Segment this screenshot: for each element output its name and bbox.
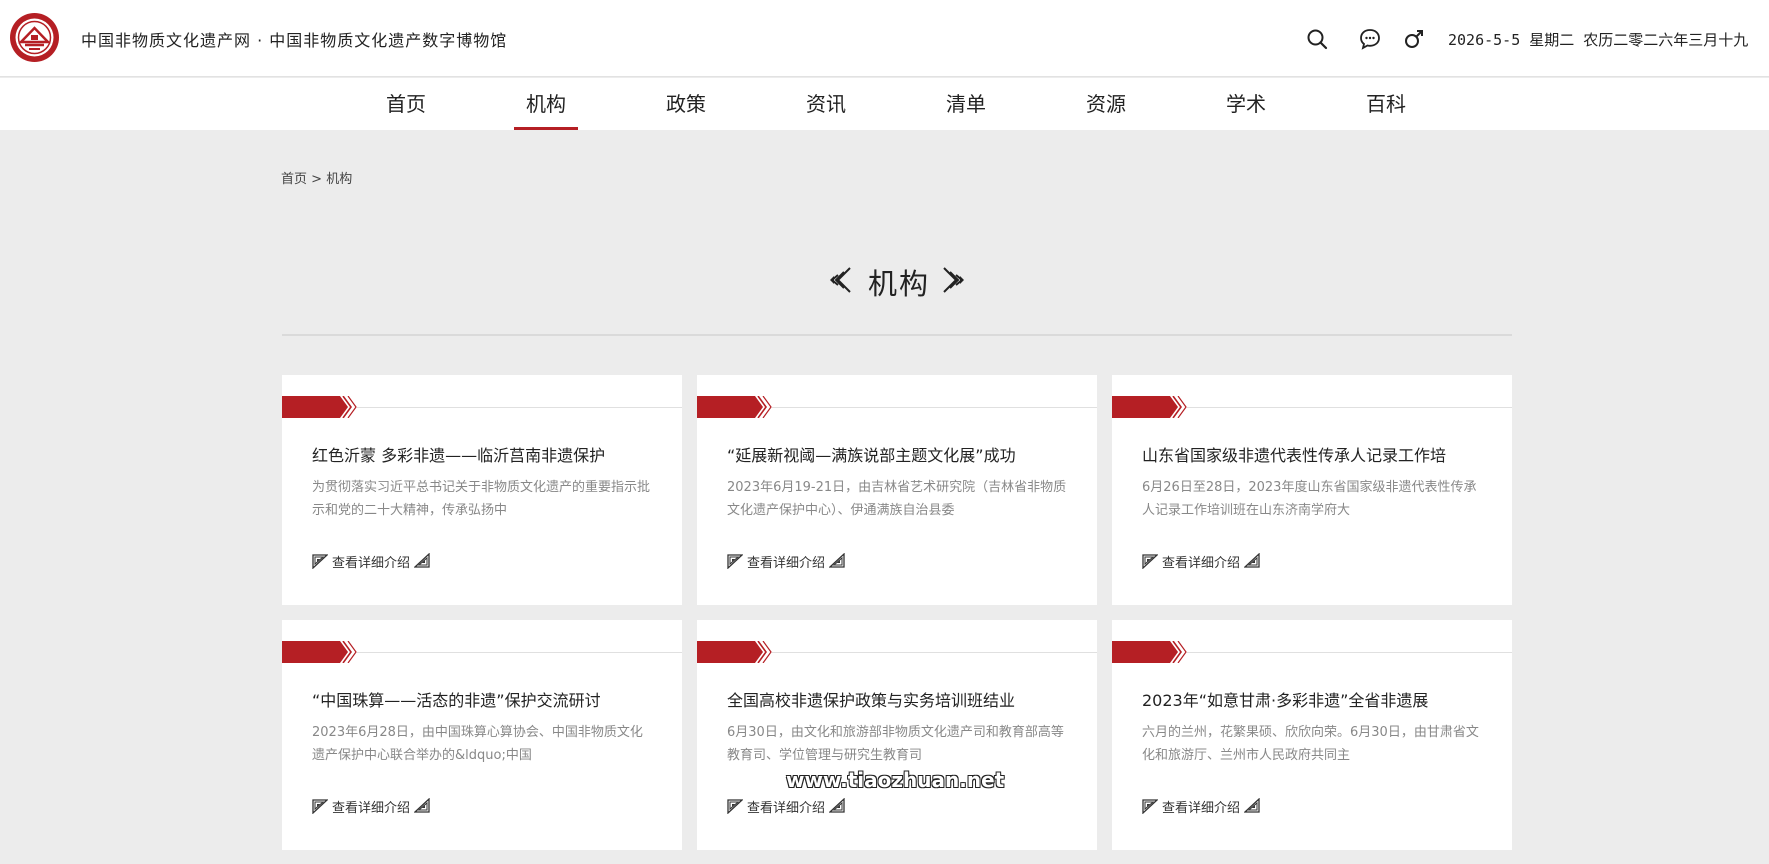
view-details-label[interactable]: 查看详细介绍 — [747, 797, 825, 816]
card-tag: 机构 — [296, 382, 323, 397]
corner-pattern-icon — [1244, 553, 1260, 568]
ornament-right-icon — [943, 267, 964, 293]
section-heading: 机构 — [826, 260, 966, 301]
card-description: 2023年6月19-21日，由吉林省艺术研究院（吉林省非物质文化遗产保护中心）、… — [727, 480, 1067, 518]
card-divider — [772, 652, 1097, 653]
card-description: 6月26日至28日，2023年度山东省国家级非遗代表性传承人记录工作培训班在山东… — [1142, 480, 1477, 518]
card-divider — [357, 652, 682, 653]
search-icon[interactable] — [1306, 28, 1328, 50]
card-divider — [772, 407, 1097, 408]
nav-item-list[interactable]: 清单 — [934, 88, 998, 130]
corner-pattern-icon — [829, 798, 845, 813]
date-display: 2026-5-5 星期二 农历二零二六年三月十九 — [1448, 31, 1749, 49]
tag-ribbon — [697, 396, 772, 418]
card-title[interactable]: 山东省国家级非遗代表性传承人记录工作培 — [1142, 442, 1446, 466]
corner-pattern-icon — [414, 553, 430, 568]
nav-item-home[interactable]: 首页 — [374, 88, 438, 130]
institution-card[interactable]: 机构 红色沂蒙 多彩非遗——临沂莒南非遗保护 为贯彻落实习近平总书记关于非物质文… — [282, 375, 682, 605]
card-tag: 机构 — [711, 627, 738, 642]
card-description: 为贯彻落实习近平总书记关于非物质文化遗产的重要指示批示和党的二十大精神，传承弘扬… — [312, 480, 651, 518]
view-details-link[interactable]: 查看详细介绍 — [727, 797, 845, 816]
corner-pattern-icon — [727, 799, 743, 814]
card-tag: 机构 — [711, 382, 738, 397]
corner-pattern-icon — [312, 799, 328, 814]
view-details-label[interactable]: 查看详细介绍 — [1162, 797, 1240, 816]
card-tag: 机构 — [296, 627, 323, 642]
card-divider — [1187, 407, 1512, 408]
chat-icon[interactable] — [1359, 28, 1381, 50]
nav-item-news[interactable]: 资讯 — [794, 88, 858, 130]
breadcrumb: 首页 > 机构 — [281, 168, 352, 187]
card-title[interactable]: 红色沂蒙 多彩非遗——临沂莒南非遗保护 — [312, 442, 605, 466]
tag-ribbon — [282, 641, 357, 663]
card-description: 2023年6月28日，由中国珠算心算协会、中国非物质文化遗产保护中心联合举办的&… — [312, 725, 643, 763]
view-details-link[interactable]: 查看详细介绍 — [312, 797, 430, 816]
card-tag: 机构 — [1126, 382, 1153, 397]
corner-pattern-icon — [1244, 798, 1260, 813]
top-header: 中国非物质文化遗产网 · 中国非物质文化遗产数字博物馆 2026-5-5 星期二… — [0, 0, 1769, 77]
corner-pattern-icon — [1142, 799, 1158, 814]
tag-ribbon — [1112, 396, 1187, 418]
nav-item-academic[interactable]: 学术 — [1214, 88, 1278, 130]
institution-card[interactable]: 机构 山东省国家级非遗代表性传承人记录工作培 6月26日至28日，2023年度山… — [1112, 375, 1512, 605]
card-title[interactable]: “中国珠算——活态的非遗”保护交流研讨 — [312, 687, 601, 711]
tag-ribbon — [1112, 641, 1187, 663]
site-title[interactable]: 中国非物质文化遗产网 · 中国非物质文化遗产数字博物馆 — [81, 27, 507, 51]
tag-ribbon — [282, 396, 357, 418]
nav-item-resources[interactable]: 资源 — [1074, 88, 1138, 130]
breadcrumb-current[interactable]: 机构 — [326, 172, 352, 187]
card-tag: 机构 — [1126, 627, 1153, 642]
section-divider — [282, 334, 1512, 336]
corner-pattern-icon — [1142, 554, 1158, 569]
card-title[interactable]: 2023年“如意甘肃·多彩非遗”全省非遗展 — [1142, 687, 1428, 711]
nav-item-policy[interactable]: 政策 — [654, 88, 718, 130]
section-title: 机构 — [868, 267, 931, 301]
view-details-label[interactable]: 查看详细介绍 — [747, 552, 825, 571]
view-details-label[interactable]: 查看详细介绍 — [1162, 552, 1240, 571]
card-divider — [357, 407, 682, 408]
view-details-link[interactable]: 查看详细介绍 — [727, 552, 845, 571]
view-details-link[interactable]: 查看详细介绍 — [1142, 552, 1260, 571]
institution-card[interactable]: 机构 “中国珠算——活态的非遗”保护交流研讨 2023年6月28日，由中国珠算心… — [282, 620, 682, 850]
institution-card[interactable]: 机构 “延展新视阈—满族说部主题文化展”成功 2023年6月19-21日，由吉林… — [697, 375, 1097, 605]
card-title[interactable]: “延展新视阈—满族说部主题文化展”成功 — [727, 442, 1016, 466]
corner-pattern-icon — [727, 554, 743, 569]
card-description: 六月的兰州，花繁果硕、欣欣向荣。6月30日，由甘肃省文化和旅游厅、兰州市人民政府… — [1142, 725, 1479, 763]
corner-pattern-icon — [829, 553, 845, 568]
nav-item-institutions[interactable]: 机构 — [514, 88, 578, 130]
site-logo[interactable] — [9, 12, 60, 63]
view-details-label[interactable]: 查看详细介绍 — [332, 797, 410, 816]
institution-card[interactable]: 机构 2023年“如意甘肃·多彩非遗”全省非遗展 六月的兰州，花繁果硕、欣欣向荣… — [1112, 620, 1512, 850]
main-nav: 首页 机构 政策 资讯 清单 资源 学术 百科 — [0, 78, 1769, 130]
user-gender-icon[interactable] — [1403, 28, 1425, 50]
card-title[interactable]: 全国高校非遗保护政策与实务培训班结业 — [727, 687, 1015, 711]
corner-pattern-icon — [312, 554, 328, 569]
view-details-link[interactable]: 查看详细介绍 — [312, 552, 430, 571]
card-description: 6月30日，由文化和旅游部非物质文化遗产司和教育部高等教育司、学位管理与研究生教… — [727, 725, 1064, 763]
watermark-text: www.tiaozhuan.net — [786, 768, 1005, 792]
view-details-link[interactable]: 查看详细介绍 — [1142, 797, 1260, 816]
tag-ribbon — [697, 641, 772, 663]
corner-pattern-icon — [414, 798, 430, 813]
breadcrumb-home[interactable]: 首页 — [281, 172, 307, 187]
ornament-left-icon — [830, 267, 851, 293]
institution-card[interactable]: 机构 全国高校非遗保护政策与实务培训班结业 6月30日，由文化和旅游部非物质文化… — [697, 620, 1097, 850]
breadcrumb-separator: > — [311, 172, 323, 187]
view-details-label[interactable]: 查看详细介绍 — [332, 552, 410, 571]
nav-item-encyclopedia[interactable]: 百科 — [1354, 88, 1418, 130]
card-divider — [1187, 652, 1512, 653]
